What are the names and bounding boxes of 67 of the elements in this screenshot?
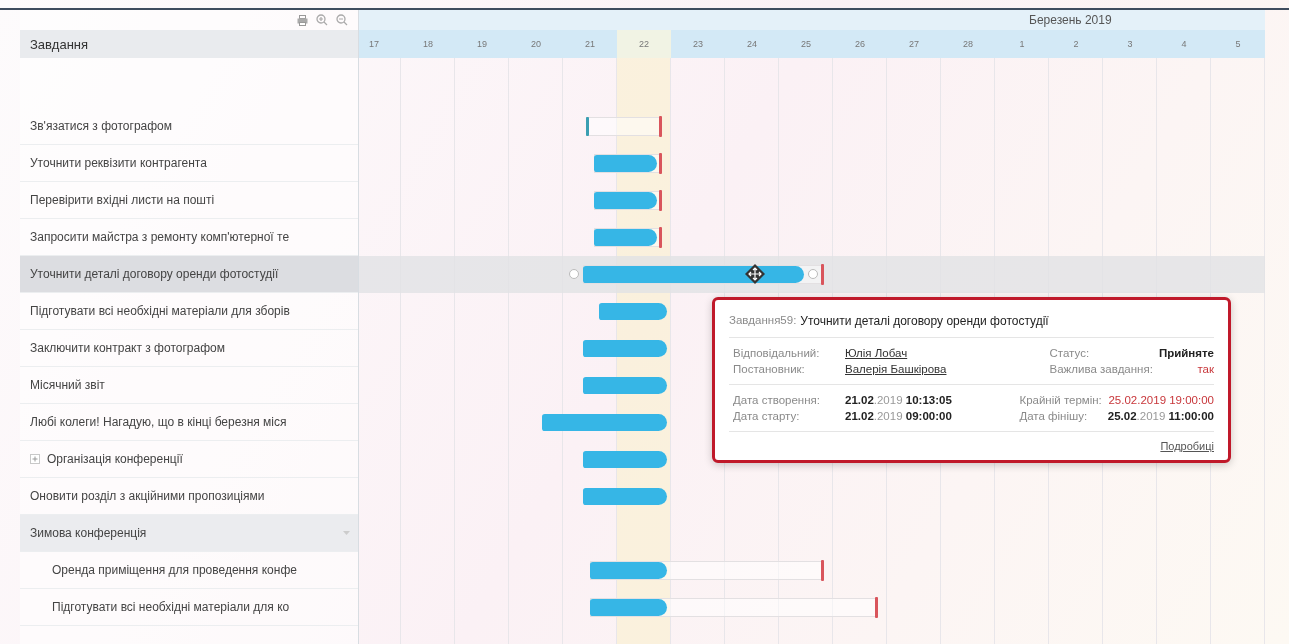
field-label: Важлива завдання: (1049, 363, 1154, 375)
day-label: 4 (1157, 30, 1211, 58)
day-label: 27 (887, 30, 941, 58)
deadline-marker (874, 597, 878, 618)
day-label: 22 (617, 30, 671, 58)
group-name[interactable]: Зимова конференція (30, 526, 147, 540)
field-value: 21.02.2019 09:00:00 (845, 410, 953, 422)
person-link[interactable]: Юлія Лобач (845, 347, 1050, 359)
print-icon[interactable] (297, 14, 308, 26)
day-label: 24 (725, 30, 779, 58)
day-label: 25 (779, 30, 833, 58)
field-label: Відповідальний: (733, 347, 821, 359)
day-label: 2 (1049, 30, 1103, 58)
month-label: Березень 2019 (1029, 13, 1112, 27)
day-label: 28 (941, 30, 995, 58)
day-label: 19 (455, 30, 509, 58)
day-label: 18 (401, 30, 455, 58)
task-bar[interactable] (582, 266, 804, 283)
field-value: 25.02.2019 11:00:00 (1107, 410, 1214, 422)
task-name[interactable]: Підготувати всі необхідні матеріали для ко (52, 600, 290, 614)
field-label: Крайній термін: (1019, 394, 1103, 406)
field-label: Статус: (1049, 347, 1091, 359)
task-name[interactable]: Уточнити реквізити контрагента (30, 156, 207, 170)
person-link[interactable]: Валерія Башкірова (845, 363, 1050, 375)
deadline-marker (658, 116, 662, 137)
group-name[interactable]: Організація конференції (47, 452, 183, 466)
move-icon[interactable] (745, 264, 766, 284)
field-label: Постановник: (733, 363, 806, 375)
day-label: 21 (563, 30, 617, 58)
zoom-in-icon[interactable] (316, 14, 328, 26)
tooltip-title: Уточнити деталі договору оренди фотостудії (800, 314, 1049, 328)
task-name[interactable]: Заключити контракт з фотографом (30, 341, 225, 355)
field-label: Дата фінішу: (1019, 410, 1089, 422)
deadline-marker (820, 560, 824, 581)
field-value: 25.02.2019 19:00:00 (1107, 394, 1214, 406)
day-label: 1 (995, 30, 1049, 58)
day-label: 23 (671, 30, 725, 58)
details-link[interactable]: Подробиці (1160, 440, 1214, 452)
task-name[interactable]: Місячний звіт (30, 378, 105, 392)
task-name[interactable]: Запросити майстра з ремонту комп'ютерної те (30, 230, 290, 244)
field-value: так (1196, 363, 1214, 375)
deadline-marker (820, 264, 824, 285)
zoom-out-icon[interactable] (336, 14, 348, 26)
day-label: 5 (1211, 30, 1265, 58)
deadline-marker (658, 190, 662, 211)
day-label: 17 (359, 30, 401, 58)
link-handle[interactable] (568, 269, 579, 279)
task-name[interactable]: Оновити розділ з акційними пропозиціями (30, 489, 265, 503)
field-label: Дата старту: (733, 410, 801, 422)
collapse-icon[interactable] (343, 531, 350, 535)
task-name[interactable]: Зв'язатися з фотографом (30, 119, 173, 133)
task-name[interactable]: Оренда приміщення для проведення конфе (52, 563, 297, 577)
deadline-marker (658, 153, 662, 174)
field-label: Дата створення: (733, 394, 821, 406)
day-label: 3 (1103, 30, 1157, 58)
day-label: 26 (833, 30, 887, 58)
task-name[interactable]: Підготувати всі необхідні матеріали для зборів (30, 304, 290, 318)
field-value: 21.02.2019 10:13:05 (845, 394, 953, 406)
task-number: Завдання59: (729, 314, 797, 328)
expand-icon[interactable] (30, 454, 40, 464)
column-header: Завдання (30, 36, 89, 52)
day-label: 20 (509, 30, 563, 58)
task-name[interactable]: Перевірити вхідні листи на пошті (30, 193, 215, 207)
task-name[interactable]: Любі колеги! Нагадую, що в кінці березня міся (30, 415, 287, 429)
field-value: Прийняте (1158, 347, 1214, 359)
link-handle[interactable] (807, 269, 818, 279)
deadline-marker (658, 227, 662, 248)
